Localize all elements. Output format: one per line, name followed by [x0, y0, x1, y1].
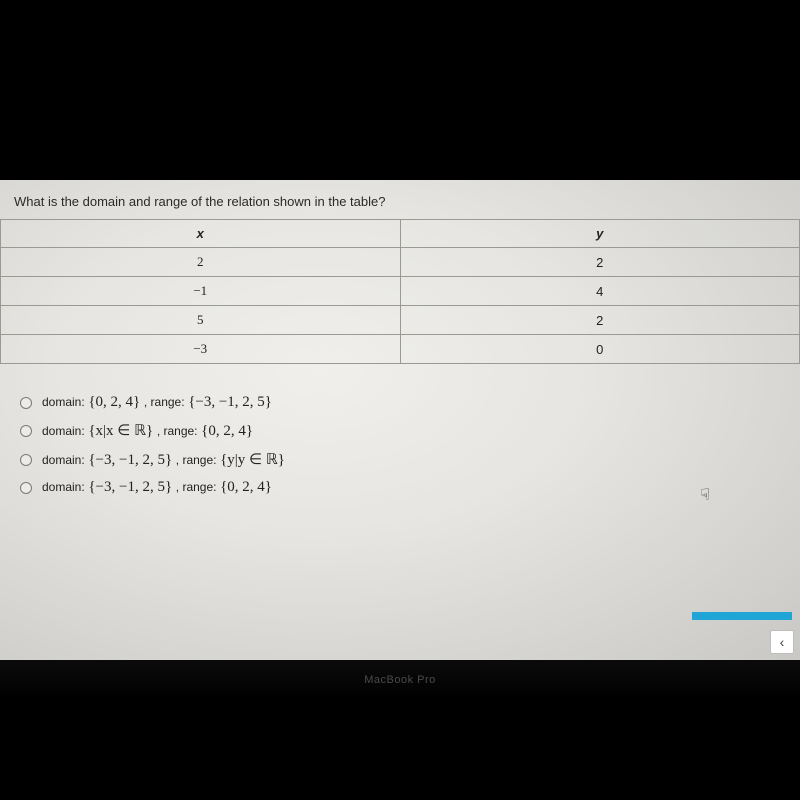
- relation-table: x y 2 2 −1 4 5 2 −3 0: [0, 219, 800, 364]
- cell-y: 2: [400, 306, 800, 335]
- cell-y: 4: [400, 277, 800, 306]
- cell-x: −3: [1, 335, 401, 364]
- option-a[interactable]: domain: {0, 2, 4} , range: {−3, −1, 2, 5…: [20, 394, 780, 411]
- option-c[interactable]: domain: {−3, −1, 2, 5} , range: {y|y ∈ ℝ…: [20, 450, 780, 469]
- photo-black-border-top: [0, 0, 800, 180]
- previous-button[interactable]: ‹: [770, 630, 794, 654]
- table-row: −3 0: [1, 335, 800, 364]
- option-text: domain: {0, 2, 4} , range: {−3, −1, 2, 5…: [42, 394, 272, 411]
- cell-x: 5: [1, 306, 401, 335]
- laptop-bezel: MacBook Pro: [0, 660, 800, 700]
- table-row: −1 4: [1, 277, 800, 306]
- option-text: domain: {−3, −1, 2, 5} , range: {y|y ∈ ℝ…: [42, 450, 285, 469]
- option-text: domain: {x|x ∈ ℝ} , range: {0, 2, 4}: [42, 421, 253, 440]
- chevron-left-icon: ‹: [780, 634, 785, 650]
- hand-cursor-icon: ☟: [700, 485, 710, 505]
- radio-icon[interactable]: [20, 397, 32, 409]
- answer-options: domain: {0, 2, 4} , range: {−3, −1, 2, 5…: [0, 364, 800, 496]
- cell-y: 2: [400, 248, 800, 277]
- quiz-screen: What is the domain and range of the rela…: [0, 180, 800, 660]
- cell-x: −1: [1, 277, 401, 306]
- device-label: MacBook Pro: [364, 674, 436, 686]
- option-d[interactable]: domain: {−3, −1, 2, 5} , range: {0, 2, 4…: [20, 479, 780, 496]
- cell-y: 0: [400, 335, 800, 364]
- option-b[interactable]: domain: {x|x ∈ ℝ} , range: {0, 2, 4}: [20, 421, 780, 440]
- photo-black-border-bottom: [0, 700, 800, 800]
- option-text: domain: {−3, −1, 2, 5} , range: {0, 2, 4…: [42, 479, 272, 496]
- column-header-x: x: [1, 220, 401, 248]
- radio-icon[interactable]: [20, 425, 32, 437]
- table-row: 2 2: [1, 248, 800, 277]
- radio-icon[interactable]: [20, 454, 32, 466]
- cell-x: 2: [1, 248, 401, 277]
- column-header-y: y: [400, 220, 800, 248]
- progress-segment: [692, 612, 792, 620]
- question-text: What is the domain and range of the rela…: [0, 194, 800, 219]
- table-header-row: x y: [1, 220, 800, 248]
- radio-icon[interactable]: [20, 482, 32, 494]
- table-row: 5 2: [1, 306, 800, 335]
